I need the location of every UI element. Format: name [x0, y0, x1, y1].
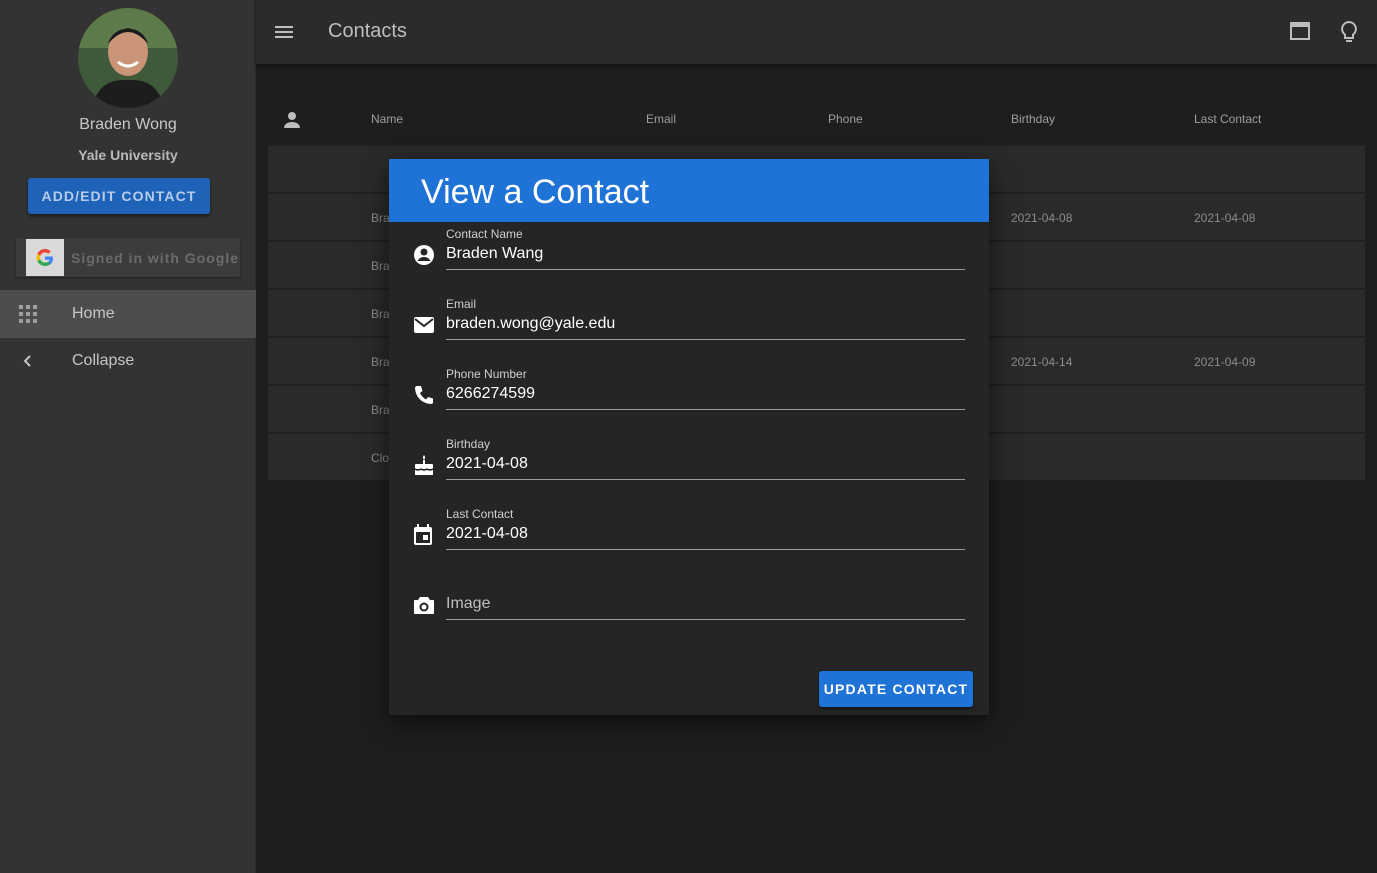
phone-icon	[413, 384, 435, 406]
sidebar: Braden Wong Yale University ADD/EDIT CON…	[0, 0, 256, 873]
chevron-left-icon	[18, 351, 38, 371]
cell-last-contact: 2021-04-09	[1194, 355, 1256, 369]
account-circle-icon	[413, 244, 435, 266]
field-label: Birthday	[446, 437, 491, 451]
google-signin-button[interactable]: Signed in with Google	[16, 238, 240, 277]
field-label: Phone Number	[446, 367, 527, 381]
column-header-phone[interactable]: Phone	[828, 112, 863, 126]
image-input: Image	[446, 595, 491, 612]
field-value: 2021-04-08	[446, 455, 528, 472]
cell-birthday: 2021-04-14	[1011, 355, 1073, 369]
image-field[interactable]: Image	[413, 577, 965, 637]
page-title: Contacts	[328, 20, 407, 42]
menu-icon[interactable]	[274, 22, 294, 42]
last-contact-field[interactable]: Last Contact 2021-04-08	[413, 507, 965, 567]
dialog-title: View a Contact	[421, 173, 650, 211]
column-header-last-contact[interactable]: Last Contact	[1194, 112, 1261, 126]
apps-grid-icon	[18, 304, 38, 324]
person-icon	[282, 110, 304, 132]
column-header-birthday[interactable]: Birthday	[1011, 112, 1055, 126]
column-header-name[interactable]: Name	[371, 112, 403, 126]
cell-name: Bra	[371, 355, 390, 369]
update-contact-button[interactable]: UPDATE CONTACT	[819, 671, 973, 707]
cell-name: Clo	[371, 451, 390, 465]
sidebar-item-label: Home	[72, 305, 115, 322]
column-header-email[interactable]: Email	[646, 112, 676, 126]
camera-icon	[413, 595, 435, 617]
sidebar-item-collapse[interactable]: Collapse	[0, 337, 256, 385]
field-label: Contact Name	[446, 227, 523, 241]
contact-name-field[interactable]: Contact Name Braden Wang	[413, 227, 965, 287]
google-signin-label: Signed in with Google	[71, 250, 239, 266]
user-organization: Yale University	[78, 147, 178, 163]
phone-number-field[interactable]: Phone Number 6266274599	[413, 367, 965, 427]
lightbulb-icon[interactable]	[1339, 20, 1361, 44]
email-field[interactable]: Email braden.wong@yale.edu	[413, 297, 965, 357]
dialog-header: View a Contact	[389, 159, 989, 222]
add-edit-contact-button[interactable]: ADD/EDIT CONTACT	[28, 178, 210, 214]
cell-last-contact: 2021-04-08	[1194, 211, 1256, 225]
user-name: Braden Wong	[79, 116, 177, 133]
app-bar: Contacts	[256, 0, 1377, 64]
email-icon	[413, 316, 435, 338]
field-label: Last Contact	[446, 507, 514, 521]
event-icon	[413, 524, 435, 546]
cake-icon	[413, 454, 435, 476]
birthday-field[interactable]: Birthday 2021-04-08	[413, 437, 965, 497]
cell-name: Bra	[371, 211, 390, 225]
cell-birthday: 2021-04-08	[1011, 211, 1073, 225]
field-value: braden.wong@yale.edu	[446, 315, 616, 332]
field-value: 6266274599	[446, 385, 535, 402]
cell-name: Bra	[371, 259, 390, 273]
window-icon[interactable]	[1290, 22, 1312, 42]
field-label: Email	[446, 297, 477, 311]
sidebar-item-label: Collapse	[72, 352, 135, 369]
field-value: 2021-04-08	[446, 525, 528, 542]
field-value: Braden Wang	[446, 245, 544, 262]
google-logo-icon	[26, 239, 64, 276]
cell-name: Bra	[371, 307, 390, 321]
sidebar-item-home[interactable]: Home	[0, 290, 256, 338]
cell-name: Bra	[371, 403, 390, 417]
avatar	[78, 8, 178, 108]
view-contact-dialog: View a Contact Contact Name Braden Wang …	[389, 159, 989, 715]
